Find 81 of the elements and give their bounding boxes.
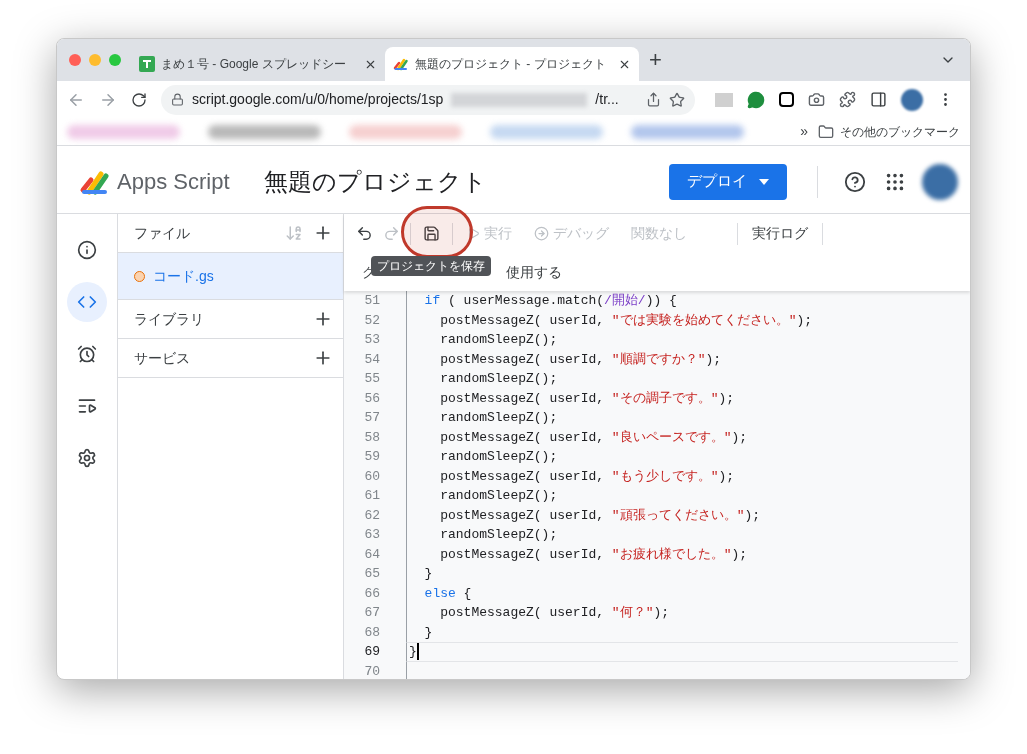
line-number: 58 — [363, 428, 380, 447]
code-line: randomSleepZ(); — [439, 370, 558, 388]
execution-log-button[interactable]: 実行ログ — [752, 223, 808, 244]
files-heading: ファイル — [134, 223, 191, 243]
line-number: 59 — [363, 448, 380, 466]
line-number: 68 — [363, 623, 380, 642]
code-line: postMessageZ( userId, "頑張ってください。"); — [439, 506, 761, 525]
code-line: postMessageZ( userId, "順調ですか？"); — [439, 350, 722, 369]
puzzle-icon[interactable] — [839, 91, 856, 108]
code-line: randomSleepZ(); — [439, 487, 558, 505]
code-icon[interactable] — [67, 282, 107, 322]
save-icon[interactable] — [423, 225, 440, 242]
product-name: Apps Script — [117, 168, 230, 196]
caret-icon — [759, 178, 769, 185]
tab-title: 無題のプロジェクト - プロジェクト — [415, 56, 607, 73]
code-line: randomSleepZ(); — [439, 409, 558, 427]
undo-icon[interactable] — [356, 225, 373, 242]
code-line: randomSleepZ(); — [439, 526, 558, 544]
hint-text: 使用する — [506, 262, 562, 282]
code-line: } — [423, 623, 433, 642]
code-line: if ( userMessage.match(/開始/)) { — [423, 292, 677, 310]
line-number: 57 — [363, 409, 380, 427]
line-number: 66 — [363, 584, 380, 603]
side-panel-icon[interactable] — [870, 91, 887, 108]
line-number: 55 — [363, 370, 380, 388]
line-number: 52 — [363, 311, 380, 330]
code-line: postMessageZ( userId, "良いペースです。"); — [439, 428, 748, 447]
browser-tab[interactable]: 無題のプロジェクト - プロジェクト — [385, 47, 639, 81]
line-number: 53 — [363, 331, 380, 349]
extension-thumbnail-icon[interactable] — [715, 92, 733, 107]
code-line: postMessageZ( userId, "もう少しです。"); — [439, 467, 735, 486]
code-line: } — [423, 565, 433, 583]
line-number: 54 — [363, 350, 380, 369]
project-title[interactable]: 無題のプロジェクト — [263, 163, 487, 200]
line-number: 63 — [363, 526, 380, 544]
camera-icon[interactable] — [808, 91, 825, 108]
bookmark-star-icon[interactable] — [669, 91, 685, 108]
tab-title: まめ１号 - Google スプレッドシー — [161, 56, 347, 73]
file-item[interactable]: コード.gs — [118, 253, 343, 300]
line-number: 70 — [363, 662, 380, 679]
code-line: postMessageZ( userId, "何？"); — [439, 604, 670, 622]
line-number: 65 — [363, 565, 380, 583]
help-icon[interactable] — [844, 170, 866, 193]
line-number: 56 — [363, 389, 380, 408]
profile-avatar[interactable] — [901, 88, 923, 111]
other-bookmarks-link[interactable]: その他のブックマーク — [840, 122, 961, 141]
line-number: 69 — [363, 643, 380, 661]
url-text: /tr... — [595, 90, 619, 109]
share-icon[interactable] — [646, 92, 661, 107]
tooltip: プロジェクトを保存 — [371, 256, 491, 276]
code-line: else { — [423, 584, 472, 603]
bookmarks-overflow-button[interactable]: » — [800, 121, 809, 142]
line-number: 61 — [363, 487, 380, 505]
spreadsheet-icon — [139, 56, 155, 72]
line-number: 64 — [363, 545, 380, 564]
code-line: postMessageZ( userId, "お疲れ様でした。"); — [439, 545, 748, 564]
line-number: 60 — [363, 467, 380, 486]
line-number: 62 — [363, 506, 380, 525]
section-heading: ライブラリ — [134, 309, 205, 329]
lock-icon — [171, 93, 184, 106]
address-bar[interactable]: script.google.com/u/0/home/projects/1sp /tr... — [161, 84, 695, 115]
play-icon — [467, 227, 480, 240]
new-tab-button[interactable]: + — [649, 49, 662, 71]
code-line: postMessageZ( userId, "では実験を始めてください。"); — [439, 311, 813, 330]
code-line: } — [409, 643, 417, 661]
url-text: script.google.com/u/0/home/projects/1sp — [192, 90, 444, 109]
apps-script-logo-icon — [393, 56, 409, 72]
code-line: randomSleepZ(); — [439, 448, 558, 466]
text-cursor — [416, 643, 419, 661]
code-line: randomSleepZ(); — [439, 331, 558, 349]
code-line: postMessageZ( userId, "その調子です。"); — [439, 389, 735, 408]
folder-icon[interactable] — [818, 123, 835, 140]
section-heading: サービス — [134, 348, 191, 368]
line-number: 51 — [363, 292, 380, 310]
code-editor[interactable] — [344, 291, 970, 679]
browser-tab[interactable]: まめ１号 - Google スプレッドシー — [131, 47, 385, 81]
deploy-button[interactable]: デプロイ — [669, 163, 787, 200]
account-avatar[interactable] — [922, 163, 958, 200]
line-number: 67 — [363, 604, 380, 622]
speech-bubble-icon[interactable] — [747, 90, 765, 109]
reload-icon[interactable] — [131, 91, 147, 108]
